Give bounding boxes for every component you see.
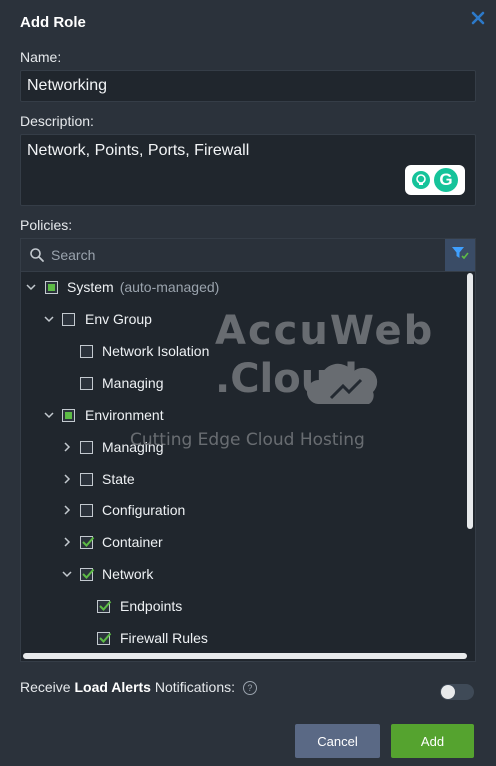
tree-node-container[interactable]: Container: [21, 526, 461, 558]
search-icon: [29, 247, 45, 268]
tree-node-network[interactable]: Network: [21, 558, 461, 590]
checkbox-container[interactable]: [80, 535, 95, 549]
tree-node-system[interactable]: System (auto-managed): [21, 271, 461, 303]
help-icon[interactable]: ?: [242, 681, 257, 696]
tree-label-endpoints: Endpoints: [120, 598, 183, 614]
tree-node-environment[interactable]: Environment: [21, 399, 461, 431]
name-field[interactable]: Networking: [20, 70, 476, 102]
tree-label-firewall-rules: Firewall Rules: [120, 630, 208, 646]
name-label: Name:: [20, 49, 62, 65]
tree-node-firewall-rules[interactable]: Firewall Rules: [21, 622, 461, 654]
grammarly-icon: G: [434, 168, 458, 192]
tree-node-network-isolation[interactable]: Network Isolation: [21, 335, 461, 367]
checkbox-network-isolation[interactable]: [80, 344, 93, 358]
chevron-down-icon[interactable]: [26, 282, 36, 292]
chevron-right-icon[interactable]: [62, 442, 72, 452]
tree-node-managing-envgroup[interactable]: Managing: [21, 367, 461, 399]
tree-label-managing-envgroup: Managing: [102, 375, 164, 391]
tree-node-managing-environment[interactable]: Managing: [21, 431, 461, 463]
alerts-suffix: Notifications:: [150, 679, 236, 695]
horizontal-scrollbar[interactable]: [23, 653, 467, 659]
chevron-right-icon[interactable]: [62, 537, 72, 547]
description-text: Network, Points, Ports, Firewall: [27, 142, 250, 159]
tree-label-environment: Environment: [85, 407, 164, 423]
toggle-knob: [441, 685, 455, 699]
checkbox-state[interactable]: [80, 472, 93, 486]
tree-label-env-group: Env Group: [85, 311, 152, 327]
policies-label: Policies:: [20, 217, 73, 233]
tree-label-configuration: Configuration: [102, 502, 186, 518]
chevron-right-icon[interactable]: [62, 505, 72, 515]
tree-node-state[interactable]: State: [21, 463, 461, 495]
policies-tree: System (auto-managed) Env Group Network I…: [20, 238, 476, 662]
auto-managed-note: (auto-managed): [119, 279, 220, 295]
tree-node-configuration[interactable]: Configuration: [21, 494, 461, 526]
filter-icon: [451, 245, 469, 266]
checkbox-configuration[interactable]: [80, 503, 93, 517]
checkbox-environment[interactable]: [62, 408, 75, 422]
policies-search: [21, 239, 475, 272]
load-alerts-toggle[interactable]: [440, 684, 474, 700]
description-field[interactable]: Network, Points, Ports, Firewall G: [20, 134, 476, 206]
alerts-prefix: Receive: [20, 679, 75, 695]
chevron-down-icon[interactable]: [62, 569, 72, 579]
filter-button[interactable]: [445, 239, 475, 271]
checkbox-network[interactable]: [80, 567, 95, 581]
tree-label-system: System: [67, 279, 114, 295]
checkbox-firewall-rules[interactable]: [97, 631, 112, 645]
tree-node-endpoints[interactable]: Endpoints: [21, 590, 461, 622]
tree-label-network: Network: [102, 566, 154, 582]
tree-label-network-isolation: Network Isolation: [102, 343, 210, 359]
grammarly-widget[interactable]: G: [405, 165, 465, 195]
description-label: Description:: [20, 113, 94, 129]
lightbulb-icon: [412, 171, 430, 189]
search-input[interactable]: [49, 239, 433, 271]
tree-label-state: State: [102, 471, 135, 487]
checkbox-managing-envgroup[interactable]: [80, 376, 93, 390]
checkbox-endpoints[interactable]: [97, 599, 112, 613]
chevron-down-icon[interactable]: [44, 410, 54, 420]
close-icon[interactable]: [470, 10, 486, 26]
tree-label-managing-environment: Managing: [102, 439, 164, 455]
chevron-down-icon[interactable]: [44, 314, 54, 324]
vertical-scrollbar[interactable]: [467, 273, 473, 529]
dialog-title: Add Role: [20, 14, 86, 31]
checkbox-system[interactable]: [45, 280, 58, 294]
chevron-right-icon[interactable]: [62, 474, 72, 484]
load-alerts-label: Receive Load Alerts Notifications: ?: [20, 679, 257, 696]
alerts-bold: Load Alerts: [74, 679, 151, 695]
cancel-button[interactable]: Cancel: [295, 724, 380, 758]
tree-label-container: Container: [102, 534, 163, 550]
checkbox-managing-environment[interactable]: [80, 440, 93, 454]
add-button[interactable]: Add: [391, 724, 474, 758]
tree-node-env-group[interactable]: Env Group: [21, 303, 461, 335]
checkbox-env-group[interactable]: [62, 312, 75, 326]
